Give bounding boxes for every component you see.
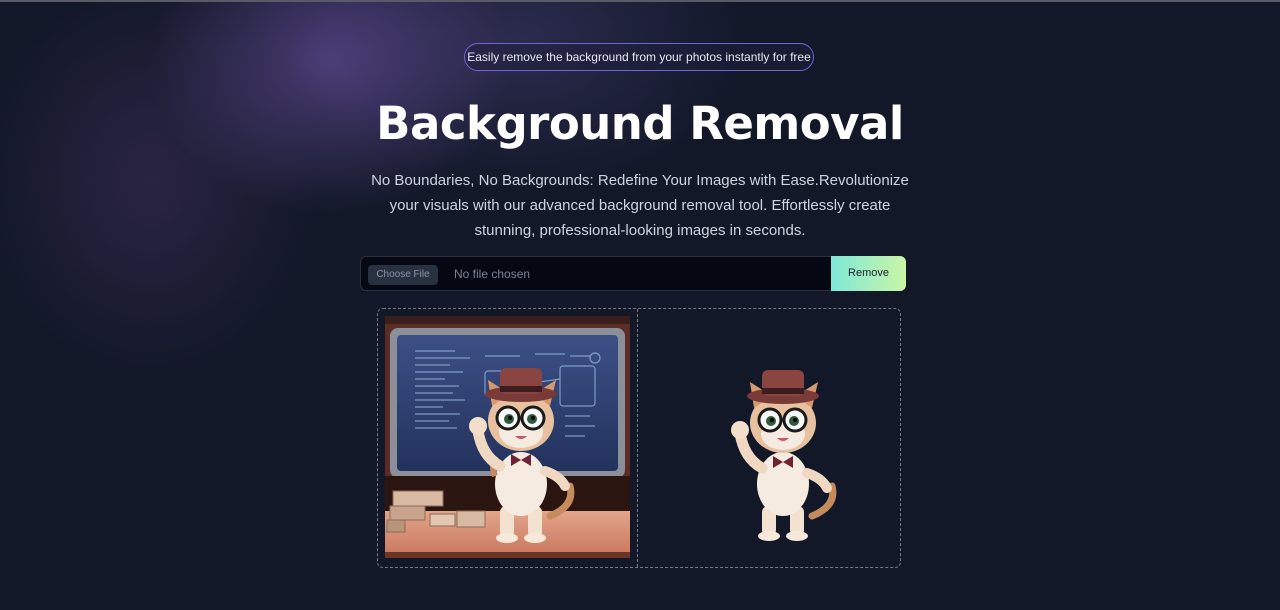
remove-background-button[interactable]: Remove bbox=[831, 256, 906, 291]
choose-file-button[interactable]: Choose File bbox=[368, 265, 438, 285]
file-status-text: No file chosen bbox=[454, 267, 531, 281]
file-upload-bar: Choose File No file chosen Remove bbox=[360, 256, 906, 291]
processed-image bbox=[720, 366, 845, 541]
page-title: Background Removal bbox=[376, 97, 904, 150]
tagline-badge: Easily remove the background from your p… bbox=[464, 43, 814, 71]
original-image bbox=[385, 316, 630, 558]
preview-divider bbox=[637, 309, 638, 567]
top-border bbox=[0, 0, 1280, 2]
page-description: No Boundaries, No Backgrounds: Redefine … bbox=[371, 172, 909, 239]
page: Easily remove the background from your p… bbox=[0, 0, 1280, 610]
